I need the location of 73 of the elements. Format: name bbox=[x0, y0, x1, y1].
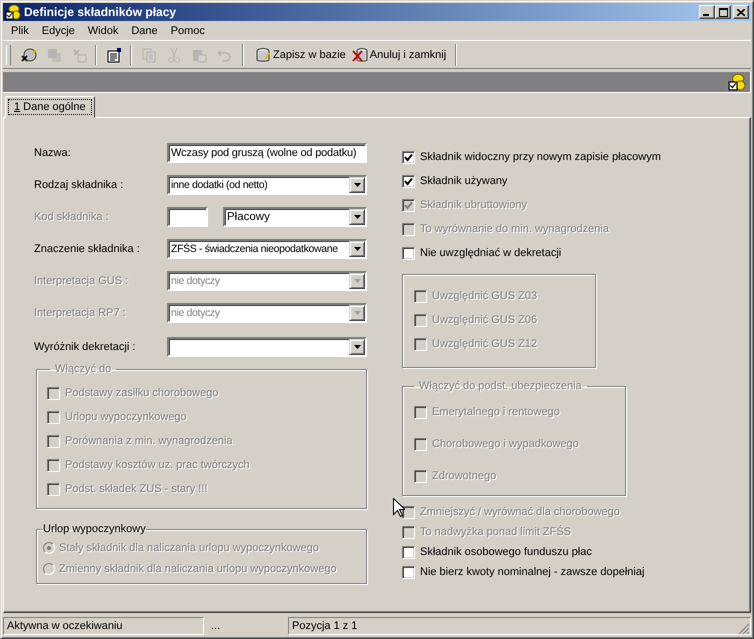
group-title: Włączyć do podst. ubezpieczenia bbox=[418, 380, 583, 392]
dropdown-value: nie dotyczy bbox=[171, 275, 220, 287]
dropdown-value: nie dotyczy bbox=[171, 307, 220, 319]
field-label: Kod składnika : bbox=[34, 211, 110, 223]
save-button[interactable]: Zapisz w bazie bbox=[253, 44, 348, 66]
radio-label: Zmienny składnik dla naliczania urlopu wypoczynkowego bbox=[59, 562, 337, 574]
field-label: Nazwa: bbox=[34, 147, 72, 159]
minimize-button[interactable] bbox=[699, 5, 715, 19]
status-text: Pozycja 1 z 1 bbox=[288, 617, 751, 635]
menu-item[interactable]: Widok bbox=[80, 24, 124, 36]
code-field[interactable] bbox=[167, 207, 208, 227]
copy-record-icon bbox=[46, 46, 62, 62]
maximize-button[interactable] bbox=[715, 5, 731, 19]
field-label: Znaczenie składnika : bbox=[34, 243, 141, 255]
dropdown[interactable]: inne dodatki (od netto) bbox=[167, 175, 367, 195]
checkbox-label: Podst. składek ZUS - stary !!! bbox=[65, 483, 208, 495]
close-button[interactable] bbox=[733, 5, 749, 19]
checkbox-label: Uwzględnić GUS Z06 bbox=[432, 314, 538, 326]
menu-item[interactable]: Edycje bbox=[34, 24, 81, 36]
checkbox-label: Zmniejszyć / wyrównać dla chorobowego bbox=[420, 506, 620, 518]
dropdown-value: Płacowy bbox=[227, 211, 270, 223]
menu-item[interactable]: Plik bbox=[4, 24, 35, 36]
checkbox[interactable] bbox=[402, 150, 415, 164]
field-label: Wyróżnik dekretacji : bbox=[34, 341, 136, 353]
cancel-button[interactable]: Anuluj i zamknij bbox=[350, 44, 448, 66]
checkbox-label: Chorobowego i wypadkowego bbox=[432, 438, 579, 450]
checkbox-label: Podstawy zasiłku chorobowego bbox=[65, 387, 218, 399]
status-text: ... bbox=[210, 619, 222, 634]
checkbox-label: Zdrowotnego bbox=[432, 470, 496, 482]
group-title: Urlop wypoczynkowy bbox=[43, 523, 146, 535]
field-label: Rodzaj składnika : bbox=[34, 179, 124, 191]
dropdown-value: inne dodatki (od netto) bbox=[171, 179, 268, 191]
resize-grip-icon bbox=[738, 623, 750, 635]
cursor-icon bbox=[393, 498, 405, 517]
status-text: Aktywna w oczekiwaniu bbox=[3, 617, 204, 635]
checkbox-label: To wyrównanie do min. wynagrodzenia bbox=[420, 223, 609, 235]
checkbox-label: Podstawy kosztów uz. prac twórczych bbox=[65, 459, 250, 471]
database-x-icon bbox=[352, 46, 368, 62]
checkbox-label: Urlopu wypoczynkowego bbox=[65, 411, 187, 423]
checkbox[interactable] bbox=[402, 246, 415, 260]
database-icon bbox=[255, 46, 271, 62]
checkbox-label: Składnik widoczny przy nowym zapisie płacowym bbox=[420, 151, 661, 163]
app-icon bbox=[5, 4, 21, 20]
checkbox-label: Emerytalnego i rentowego bbox=[432, 406, 560, 418]
checkbox[interactable] bbox=[402, 174, 415, 188]
checkbox[interactable] bbox=[402, 546, 415, 558]
checkbox-label: Składnik ubruttowiony bbox=[420, 199, 528, 211]
checkbox-label: Składnik osobowego funduszu płac bbox=[420, 546, 592, 558]
checkbox-label: To nadwyżka ponad limit ZFŚS bbox=[420, 526, 572, 538]
field-value: Wczasy pod gruszą (wolne od podatku) bbox=[171, 147, 356, 159]
field-label: Interpretacja RP7 : bbox=[34, 307, 127, 319]
checkbox[interactable] bbox=[402, 566, 415, 578]
tab[interactable]: 1 Dane ogólne bbox=[5, 96, 95, 118]
menu-item[interactable]: Pomoc bbox=[164, 24, 211, 36]
checkbox-label: Uwzględnić GUS Z12 bbox=[432, 338, 538, 350]
checkbox-label: Nie bierz kwoty nominalnej - zawsze dopełniaj bbox=[420, 566, 644, 578]
window-title: Definicje składników płacy bbox=[24, 5, 178, 19]
close-icon bbox=[737, 8, 745, 16]
dropdown[interactable] bbox=[167, 337, 367, 357]
menu-item[interactable]: Dane bbox=[124, 24, 164, 36]
checkbox-label: Porównania z min. wynagrodzenia bbox=[65, 435, 233, 447]
maximize-icon bbox=[718, 8, 728, 16]
cut-icon bbox=[166, 46, 182, 62]
radio-label: Stały składnik dla naliczania urlopu wypoczynkowego bbox=[59, 542, 319, 554]
field-label: Interpretacja GUS : bbox=[34, 275, 130, 287]
copy-icon bbox=[140, 46, 156, 62]
name-field[interactable]: Wczasy pod gruszą (wolne od podatku) bbox=[167, 143, 367, 163]
checkbox-label: Składnik używany bbox=[420, 175, 508, 187]
checkbox-label: Uwzględnić GUS Z03 bbox=[432, 290, 538, 302]
checkbox-label: Nie uwzględniać w dekretacji bbox=[420, 247, 562, 259]
disk-x-icon bbox=[20, 46, 36, 62]
group-title: Włączyć do bbox=[54, 363, 112, 375]
properties-icon bbox=[106, 46, 122, 62]
